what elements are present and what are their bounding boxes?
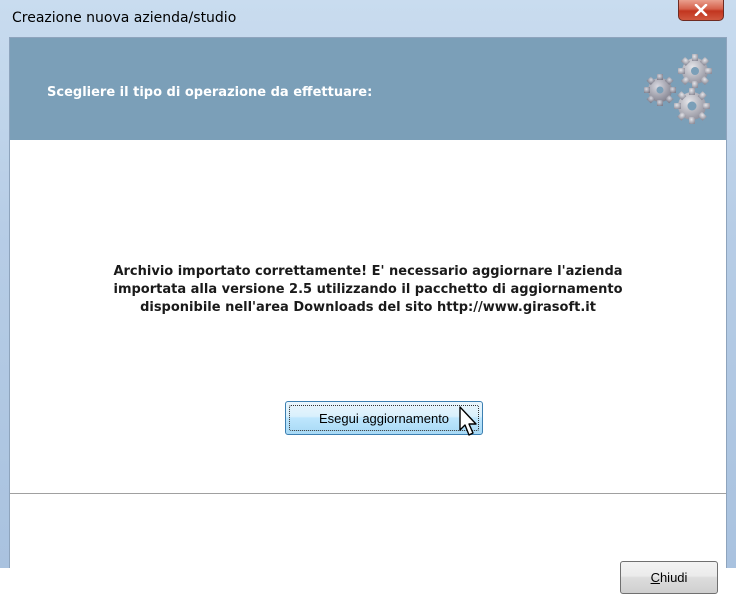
status-message: Archivio importato correttamente! E' nec… bbox=[113, 264, 623, 315]
update-button[interactable]: Esegui aggiornamento bbox=[285, 401, 483, 435]
close-button[interactable]: Chiudi bbox=[620, 561, 718, 594]
header-instruction: Scegliere il tipo di operazione da effet… bbox=[47, 85, 373, 100]
dialog-client-area: Scegliere il tipo di operazione da effet… bbox=[9, 37, 727, 594]
update-button-label: Esegui aggiornamento bbox=[318, 410, 450, 426]
dialog-window: Creazione nuova azienda/studio Scegliere… bbox=[0, 0, 736, 594]
title-bar[interactable]: Creazione nuova azienda/studio bbox=[0, 0, 736, 38]
window-title: Creazione nuova azienda/studio bbox=[12, 10, 237, 26]
header-band: Scegliere il tipo di operazione da effet… bbox=[10, 38, 726, 140]
window-close-button[interactable] bbox=[678, 0, 724, 21]
gears-icon bbox=[644, 54, 712, 124]
close-button-mnemonic: C bbox=[650, 570, 660, 585]
dialog-footer: Chiudi bbox=[10, 495, 726, 594]
mouse-pointer-icon bbox=[459, 406, 477, 436]
close-button-label: Chiudi bbox=[651, 570, 688, 585]
close-x-icon bbox=[694, 4, 708, 16]
close-button-label-rest: hiudi bbox=[659, 570, 688, 585]
